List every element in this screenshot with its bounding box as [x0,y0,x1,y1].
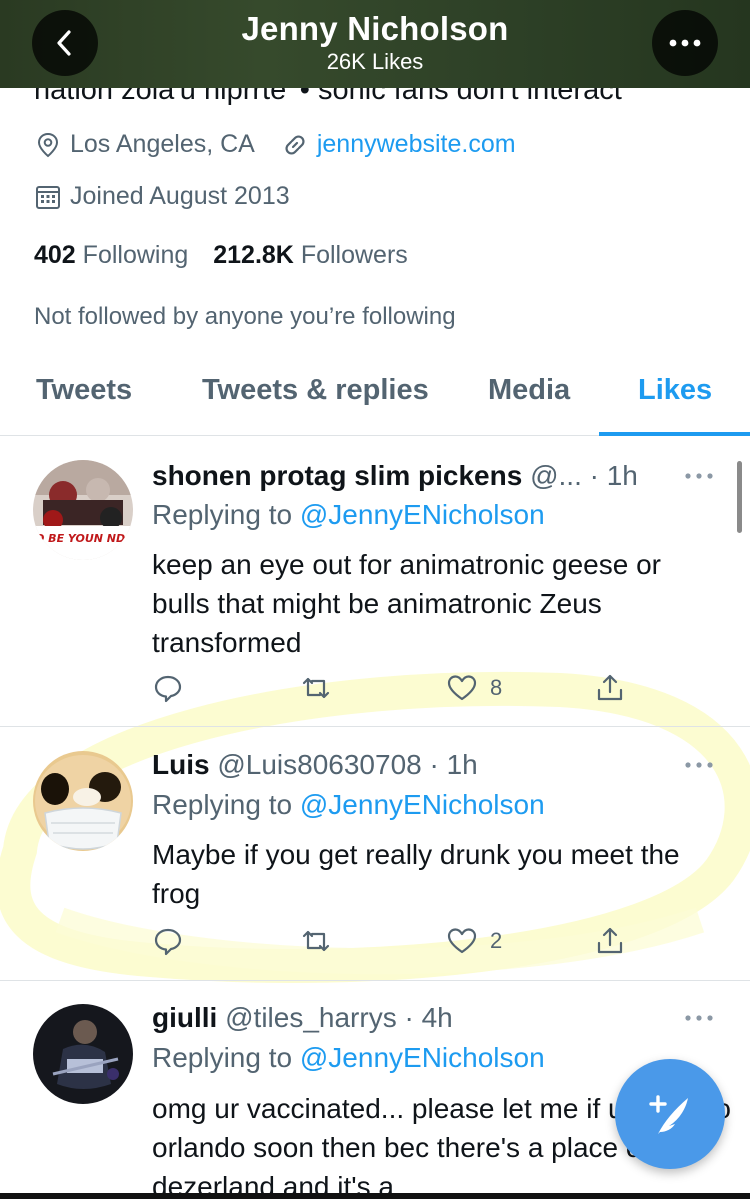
more-icon [669,39,701,47]
following-link[interactable]: 402 Following [34,241,188,269]
reply-icon [154,928,182,956]
followers-label: Followers [300,241,408,269]
header-title: Jenny Nicholson [241,10,509,47]
tab-tweets-replies[interactable]: Tweets & replies [202,374,429,407]
compose-icon [649,1095,688,1134]
tab-media[interactable]: Media [488,374,570,407]
like-button[interactable]: 8 [446,672,502,704]
reply-label: Replying to [152,499,293,530]
compose-tweet-button[interactable] [615,1059,725,1169]
following-count: 402 [34,241,76,269]
reply-to-link[interactable]: @JennyENicholson [300,1042,545,1073]
tweet-actions: 8 [152,672,632,712]
tweet-header: Luis @Luis80630708 · 1h [152,749,478,781]
followers-count: 212.8K [213,241,294,269]
reply-label: Replying to [152,789,293,820]
avatar[interactable]: O BE YOUN ND ONL [33,460,133,560]
profile-meta-row: Los Angeles, CA jennywebsite.com [34,130,516,159]
profile-tabs: Tweets Tweets & replies Media Likes [0,360,750,436]
tweet-more-icon[interactable] [683,1013,715,1023]
retweet-button[interactable] [300,672,332,704]
tweet-handle-time: @Luis80630708 · 1h [217,749,478,780]
calendar-icon [36,185,60,209]
tweet-body: keep an eye out for animatronic geese or… [152,549,661,658]
tweet-reply-context: Replying to @JennyENicholson [152,499,545,531]
tweet-header: giulli @tiles_harrys · 4h [152,1002,453,1034]
header-likes-count: 26K Likes [326,49,424,74]
reply-to-link[interactable]: @JennyENicholson [300,499,545,530]
more-options-button[interactable] [652,10,718,76]
profile-website-link[interactable]: jennywebsite.com [317,130,516,159]
not-followed-notice: Not followed by anyone you’re following [34,303,456,330]
like-count: 8 [490,675,503,700]
following-label: Following [82,241,189,269]
avatar-text: O BE YOUN ND ONL [35,532,133,545]
scrollbar[interactable] [737,461,742,533]
follow-stats: 402 Following 212.8K Followers [34,241,408,270]
avatar[interactable] [33,751,133,851]
bottom-edge [0,1193,750,1199]
tweet-reply-context: Replying to @JennyENicholson [152,1042,545,1074]
heart-icon [447,928,477,954]
like-button[interactable]: 2 [446,925,502,957]
reply-to-link[interactable]: @JennyENicholson [300,789,545,820]
tweet-header: shonen protag slim pickens @... · 1h [152,460,638,492]
retweet-icon [302,930,330,952]
avatar[interactable] [33,1004,133,1104]
share-icon [597,674,623,701]
tweet-author-name[interactable]: giulli [152,1002,217,1033]
tab-tweets[interactable]: Tweets [36,374,132,407]
reply-button[interactable] [152,672,184,704]
share-icon [597,927,623,954]
tweet-author-name[interactable]: Luis [152,749,210,780]
tweet-reply-context: Replying to @JennyENicholson [152,789,545,821]
tweet-actions: 2 [152,925,632,965]
profile-location: Los Angeles, CA [70,130,255,158]
tweet-more-icon[interactable] [683,760,715,770]
profile-joined-date: Joined August 2013 [70,182,290,210]
tweet-item[interactable]: Luis @Luis80630708 · 1h Replying to @Jen… [0,727,750,981]
reply-label: Replying to [152,1042,293,1073]
retweet-button[interactable] [300,925,332,957]
avatar-image [33,751,133,851]
link-icon [285,134,305,155]
tweet-body: Maybe if you get really drunk you meet t… [152,839,680,909]
tweet-item[interactable]: O BE YOUN ND ONL shonen protag slim pick… [0,436,750,727]
profile-header: Jenny Nicholson 26K Likes [0,0,750,88]
tweet-author-name[interactable]: shonen protag slim pickens [152,460,522,491]
tweet-handle-time: @... · 1h [530,460,638,491]
avatar-image [33,1004,133,1104]
location-pin-icon [37,132,59,157]
avatar-image: O BE YOUN ND ONL [33,460,133,560]
tweet-more-icon[interactable] [683,471,715,481]
like-count: 2 [490,928,503,953]
share-button[interactable] [594,672,626,704]
retweet-icon [302,677,330,699]
profile-joined-row: Joined August 2013 [34,182,290,211]
reply-button[interactable] [152,925,184,957]
reply-icon [154,675,182,703]
share-button[interactable] [594,925,626,957]
tab-likes[interactable]: Likes [638,374,712,407]
tweet-handle-time: @tiles_harrys · 4h [225,1002,453,1033]
heart-icon [447,675,477,701]
followers-link[interactable]: 212.8K Followers [213,241,408,269]
